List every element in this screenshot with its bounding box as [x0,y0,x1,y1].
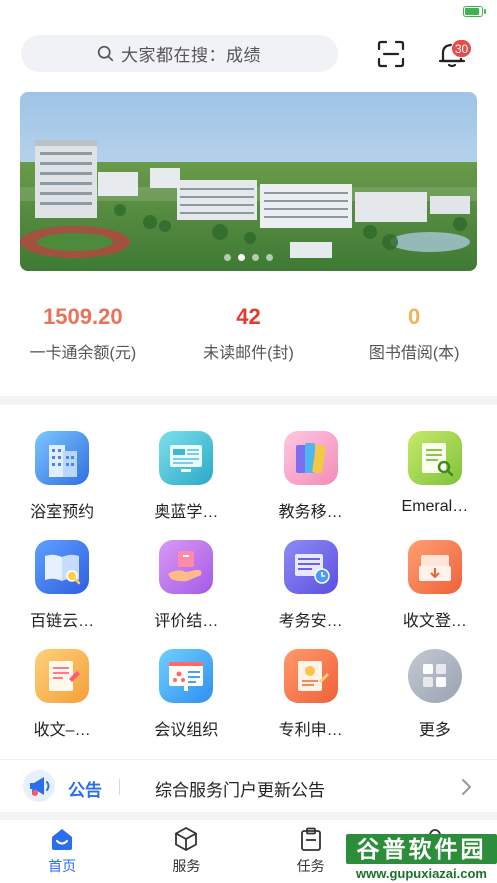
announcement-separator [119,779,120,795]
battery-icon [463,6,486,17]
stat-card-mail[interactable]: 42 未读邮件(封) [166,302,332,372]
status-bar [0,0,497,24]
app-label: 考务安… [278,613,343,630]
stat-value: 42 [236,304,261,329]
stats-row: 1509.20 一卡通余额(元) 42 未读邮件(封) 0 图书借阅(本) [0,302,497,372]
app-label: 专利申… [278,722,343,739]
hand-box-icon [159,540,214,594]
megaphone-icon [23,770,55,802]
notepad-icon [35,649,90,703]
campus-banner[interactable] [20,92,477,271]
stat-value: 0 [408,304,421,329]
app-meeting-organize[interactable]: 会议组织 [124,646,248,755]
watermark-title: 谷普软件园 [346,834,497,864]
app-label: 百链云… [30,613,95,630]
app-exam-arrangement[interactable]: 考务安… [249,537,373,646]
books-icon [283,431,338,485]
watermark-url: www.gupuxiazai.com [356,866,487,881]
app-evaluation-result[interactable]: 评价结… [124,537,248,646]
banner-dot[interactable] [252,254,259,261]
site-watermark: 谷普软件园 www.gupuxiazai.com [346,830,497,883]
announcement-tag: 公告 [68,781,102,800]
cube-icon [175,827,198,851]
search-icon [97,45,114,62]
tab-label: 首页 [48,858,77,874]
announcement-bar[interactable]: 公告 综合服务门户更新公告 [0,759,497,812]
app-label: 教务移… [278,504,343,521]
app-label: Emeral… [401,498,469,515]
banner-dot[interactable] [266,254,273,261]
open-book-icon [35,540,90,594]
app-emerald[interactable]: Emeral… [373,428,497,537]
schedule-icon [283,540,338,594]
app-label: 收文–… [33,722,91,739]
search-bar[interactable]: 大家都在搜：成绩 [21,35,338,72]
notification-badge: 30 [451,39,472,58]
app-document-receive[interactable]: 收文–… [0,646,124,755]
tab-divider [0,812,497,820]
tab-label: 服务 [172,858,201,874]
app-aolan[interactable]: 奥蓝学… [124,428,248,537]
banner-dot[interactable] [238,254,245,261]
app-patent-apply[interactable]: 专利申… [249,646,373,755]
app-label: 奥蓝学… [154,504,219,521]
stat-label: 图书借阅(本) [368,345,460,362]
campus-photo [20,92,477,271]
search-placeholder: 大家都在搜：成绩 [121,46,261,65]
scan-icon[interactable] [376,39,406,69]
document-search-icon [407,431,462,485]
banner-dot[interactable] [224,254,231,261]
tab-service[interactable]: 服务 [124,820,248,883]
battery-level-fill [465,8,479,15]
app-bailian-cloud[interactable]: 百链云… [0,537,124,646]
app-document-register[interactable]: 收文登… [373,537,497,646]
app-label: 浴室预约 [30,504,95,521]
chevron-right-icon [462,779,471,795]
announcement-text: 综合服务门户更新公告 [155,781,325,800]
app-academic-mobile[interactable]: 教务移… [249,428,373,537]
meeting-board-icon [159,649,214,703]
app-label: 会议组织 [154,722,219,739]
app-more[interactable]: 更多 [373,646,497,755]
building-icon [35,431,90,485]
stat-label: 未读邮件(封) [203,345,294,362]
stat-value: 1509.20 [43,304,123,329]
app-bath-booking[interactable]: 浴室预约 [0,428,124,537]
clipboard-icon [300,827,321,851]
stat-label: 一卡通余额(元) [29,345,137,362]
patent-icon [283,649,338,703]
app-label: 收文登… [402,613,467,630]
app-label: 更多 [418,722,451,739]
app-label: 评价结… [154,613,219,630]
stat-card-library[interactable]: 0 图书借阅(本) [331,302,497,372]
stat-card-balance[interactable]: 1509.20 一卡通余额(元) [0,302,166,372]
monitor-icon [159,431,214,485]
more-grid-icon [407,649,462,703]
section-divider [0,396,497,405]
app-grid: 浴室预约 奥蓝学… 教务移… Emeral… 百链云… 评价结… 考务安… 收文… [0,428,497,755]
banner-pagination [20,254,477,261]
home-icon [52,829,73,850]
tab-home[interactable]: 首页 [0,820,124,883]
inbox-icon [407,540,462,594]
